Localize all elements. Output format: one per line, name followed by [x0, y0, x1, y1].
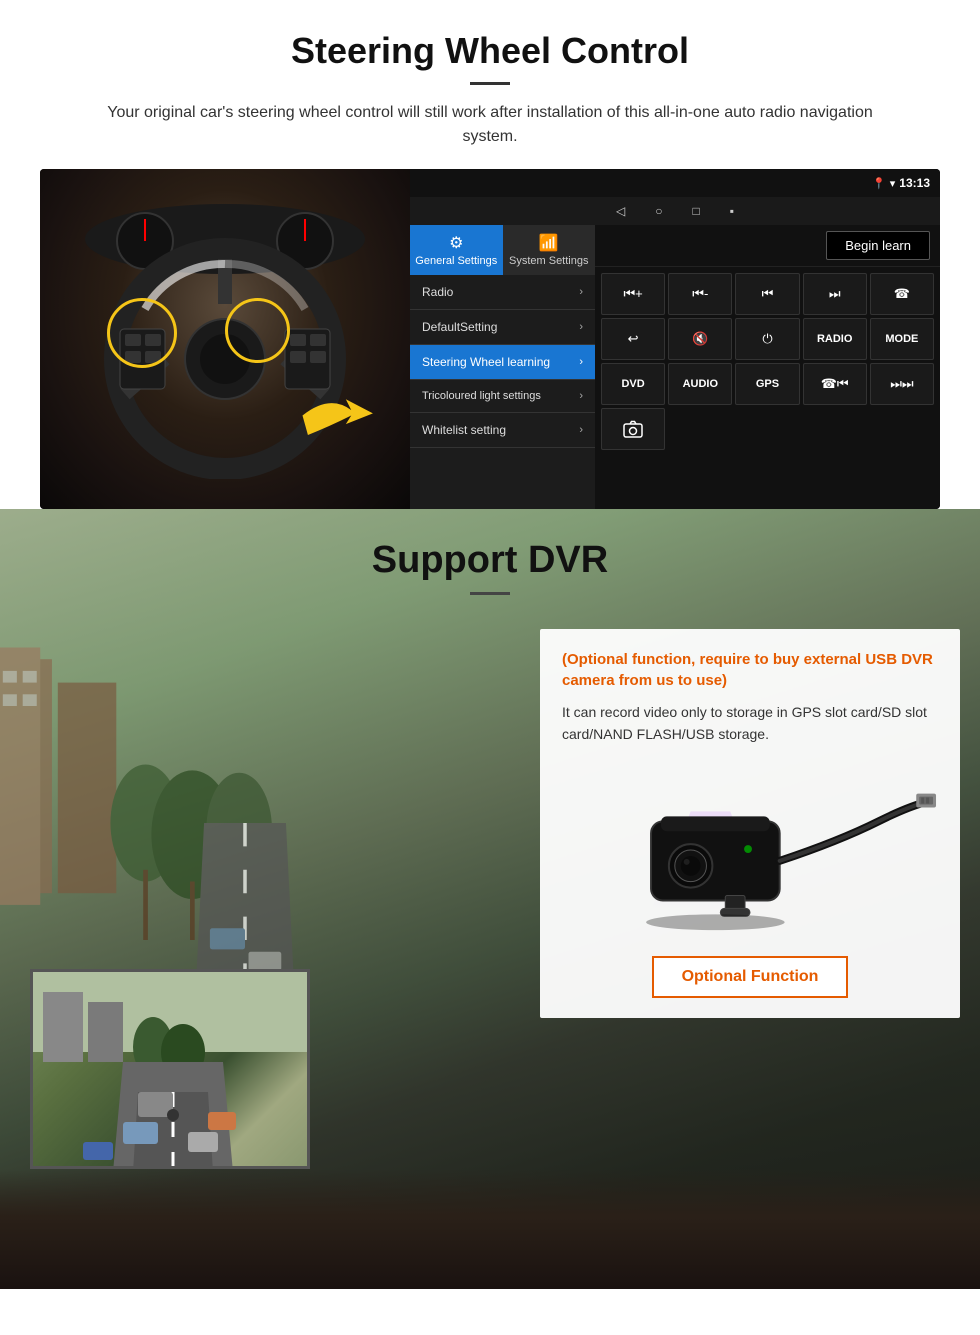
- general-settings-icon: ⚙: [414, 233, 499, 253]
- android-navbar: ◁ ○ □ ▪: [410, 197, 940, 225]
- settings-tabs: ⚙ General Settings 📶 System Settings: [410, 225, 595, 275]
- home-nav-btn[interactable]: ○: [655, 204, 662, 218]
- android-content: ⚙ General Settings 📶 System Settings Rad…: [410, 225, 940, 509]
- dvr-optional-text: (Optional function, require to buy exter…: [562, 649, 938, 691]
- camera-icon: [623, 420, 643, 438]
- phone-prev-btn[interactable]: ☎⏮: [803, 363, 867, 405]
- tab-system[interactable]: 📶 System Settings: [503, 225, 596, 275]
- dvr-preview-svg: [33, 972, 310, 1169]
- menu-item-radio[interactable]: Radio ›: [410, 275, 595, 310]
- chevron-right-icon: ›: [579, 286, 583, 298]
- radio-btn[interactable]: RADIO: [803, 318, 867, 360]
- page-title: Steering Wheel Control: [40, 30, 940, 72]
- vol-up-btn[interactable]: ⏮+: [601, 273, 665, 315]
- dvr-camera-svg: [562, 761, 938, 941]
- statusbar-icons: 📍 ▾ 13:13: [872, 176, 930, 190]
- dvr-info-card: (Optional function, require to buy exter…: [540, 629, 960, 1018]
- system-settings-icon: 📶: [507, 233, 592, 253]
- back-nav-btn[interactable]: ◁: [616, 204, 625, 218]
- skip-btn[interactable]: ⏭⏭: [870, 363, 934, 405]
- dvr-camera-image: [562, 761, 938, 941]
- chevron-right-icon-4: ›: [579, 390, 583, 402]
- prev-track-btn[interactable]: ⏮: [735, 273, 799, 315]
- dvd-btn[interactable]: DVD: [601, 363, 665, 405]
- vol-down-btn[interactable]: ⏮-: [668, 273, 732, 315]
- audio-btn[interactable]: AUDIO: [668, 363, 732, 405]
- back-btn[interactable]: ↩: [601, 318, 665, 360]
- left-menu: ⚙ General Settings 📶 System Settings Rad…: [410, 225, 595, 509]
- title-divider: [470, 82, 510, 85]
- begin-learn-row: Begin learn: [595, 225, 940, 267]
- menu-item-defaultsetting[interactable]: DefaultSetting ›: [410, 310, 595, 345]
- yellow-arrow-svg: [290, 383, 380, 448]
- chevron-right-icon-5: ›: [579, 424, 583, 436]
- android-ui-panel: 📍 ▾ 13:13 ◁ ○ □ ▪ ⚙: [410, 169, 940, 509]
- power-btn[interactable]: ⏻: [735, 318, 799, 360]
- tab-general[interactable]: ⚙ General Settings: [410, 225, 503, 275]
- yellow-circle-left: [107, 298, 177, 368]
- ui-screenshot: 📍 ▾ 13:13 ◁ ○ □ ▪ ⚙: [40, 169, 940, 509]
- menu-item-tricoloured[interactable]: Tricoloured light settings ›: [410, 380, 595, 413]
- android-statusbar: 📍 ▾ 13:13: [410, 169, 940, 197]
- begin-learn-button[interactable]: Begin learn: [826, 231, 930, 260]
- mute-btn[interactable]: 🔇: [668, 318, 732, 360]
- recent-nav-btn[interactable]: □: [692, 204, 699, 218]
- control-buttons-grid: ⏮+ ⏮- ⏮ ⏭ ☎ ↩ 🔇 ⏻ RADIO MODE DVD AUDIO G…: [595, 267, 940, 456]
- location-icon: 📍: [872, 177, 886, 190]
- chevron-right-icon-3: ›: [579, 356, 583, 368]
- gps-btn[interactable]: GPS: [735, 363, 799, 405]
- dvr-title-area: Support DVR: [0, 509, 980, 605]
- phone-btn[interactable]: ☎: [870, 273, 934, 315]
- right-control-panel: Begin learn ⏮+ ⏮- ⏮ ⏭ ☎ ↩ 🔇 ⏻ RADIO MODE…: [595, 225, 940, 509]
- chevron-right-icon-2: ›: [579, 321, 583, 333]
- menu-item-whitelist[interactable]: Whitelist setting ›: [410, 413, 595, 448]
- next-track-btn[interactable]: ⏭: [803, 273, 867, 315]
- menu-nav-btn[interactable]: ▪: [730, 204, 734, 218]
- dvr-preview-image: [30, 969, 310, 1169]
- wifi-icon: ▾: [890, 177, 896, 190]
- camera-btn[interactable]: [601, 408, 665, 450]
- optional-function-button[interactable]: Optional Function: [652, 956, 849, 998]
- dashboard-area: [0, 1169, 980, 1289]
- time-display: 13:13: [899, 176, 930, 190]
- steering-section: Steering Wheel Control Your original car…: [0, 0, 980, 509]
- dvr-title-divider: [470, 592, 510, 595]
- dvr-section-title: Support DVR: [0, 539, 980, 582]
- dvr-section: Support DVR (Optional function, require …: [0, 509, 980, 1289]
- mode-btn[interactable]: MODE: [870, 318, 934, 360]
- section-subtitle: Your original car's steering wheel contr…: [80, 101, 900, 149]
- steering-photo: [40, 169, 410, 509]
- dvr-description: It can record video only to storage in G…: [562, 701, 938, 746]
- yellow-circle-right: [225, 298, 290, 363]
- menu-item-steering-wheel[interactable]: Steering Wheel learning ›: [410, 345, 595, 380]
